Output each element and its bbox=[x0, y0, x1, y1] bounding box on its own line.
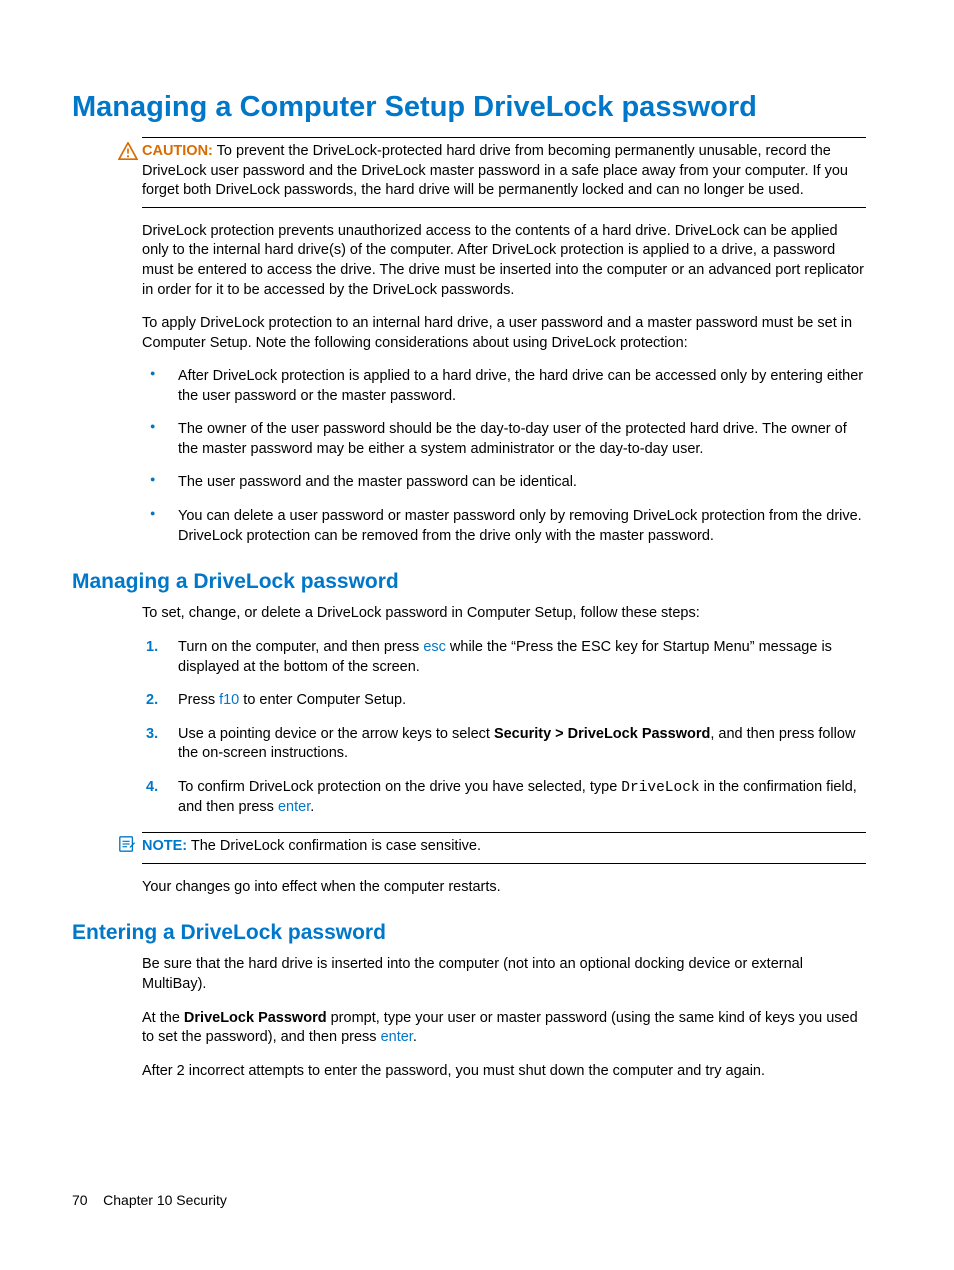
key-f10: f10 bbox=[219, 692, 239, 708]
entering-p2: At the DriveLock Password prompt, type y… bbox=[142, 1009, 866, 1048]
steps-list: Turn on the computer, and then press esc… bbox=[142, 638, 866, 818]
caution-label: CAUTION: bbox=[142, 143, 213, 159]
caution-text: To prevent the DriveLock-protected hard … bbox=[142, 143, 848, 198]
page-footer: 70 Chapter 10 Security bbox=[72, 1191, 227, 1210]
key-enter: enter bbox=[381, 1029, 413, 1045]
key-esc: esc bbox=[423, 639, 446, 655]
document-page: Managing a Computer Setup DriveLock pass… bbox=[0, 0, 954, 1081]
list-item: You can delete a user password or master… bbox=[142, 507, 866, 546]
entering-p3: After 2 incorrect attempts to enter the … bbox=[142, 1062, 866, 1082]
considerations-list: After DriveLock protection is applied to… bbox=[142, 367, 866, 546]
note-text: The DriveLock confirmation is case sensi… bbox=[191, 838, 481, 854]
note-block: NOTE: The DriveLock confirmation is case… bbox=[142, 832, 866, 864]
list-item: The user password and the master passwor… bbox=[142, 473, 866, 493]
note-label: NOTE: bbox=[142, 838, 187, 854]
intro-paragraph-1: DriveLock protection prevents unauthoriz… bbox=[142, 222, 866, 300]
step-item: Turn on the computer, and then press esc… bbox=[142, 638, 866, 677]
prompt-label: DriveLock Password bbox=[184, 1010, 327, 1026]
list-item: The owner of the user password should be… bbox=[142, 420, 866, 459]
note-icon bbox=[118, 835, 136, 860]
page-number: 70 bbox=[72, 1192, 88, 1208]
steps-intro: To set, change, or delete a DriveLock pa… bbox=[142, 604, 866, 624]
key-enter: enter bbox=[278, 799, 310, 815]
page-title: Managing a Computer Setup DriveLock pass… bbox=[72, 88, 866, 127]
menu-path: Security > DriveLock Password bbox=[494, 726, 710, 742]
step-item: To confirm DriveLock protection on the d… bbox=[142, 778, 866, 818]
list-item: After DriveLock protection is applied to… bbox=[142, 367, 866, 406]
section-heading-entering: Entering a DriveLock password bbox=[72, 919, 866, 947]
section-entering-content: Be sure that the hard drive is inserted … bbox=[142, 955, 866, 1081]
chapter-label: Chapter 10 Security bbox=[103, 1192, 227, 1208]
intro-paragraph-2: To apply DriveLock protection to an inte… bbox=[142, 314, 866, 353]
step-item: Press f10 to enter Computer Setup. bbox=[142, 691, 866, 711]
section-outro: Your changes go into effect when the com… bbox=[142, 878, 866, 898]
caution-icon bbox=[118, 142, 138, 167]
caution-block: CAUTION: To prevent the DriveLock-protec… bbox=[142, 137, 866, 208]
section-managing-content: To set, change, or delete a DriveLock pa… bbox=[142, 604, 866, 897]
step-item: Use a pointing device or the arrow keys … bbox=[142, 725, 866, 764]
main-content: CAUTION: To prevent the DriveLock-protec… bbox=[142, 137, 866, 546]
code-drivelock: DriveLock bbox=[621, 780, 699, 796]
entering-p1: Be sure that the hard drive is inserted … bbox=[142, 955, 866, 994]
section-heading-managing: Managing a DriveLock password bbox=[72, 568, 866, 596]
